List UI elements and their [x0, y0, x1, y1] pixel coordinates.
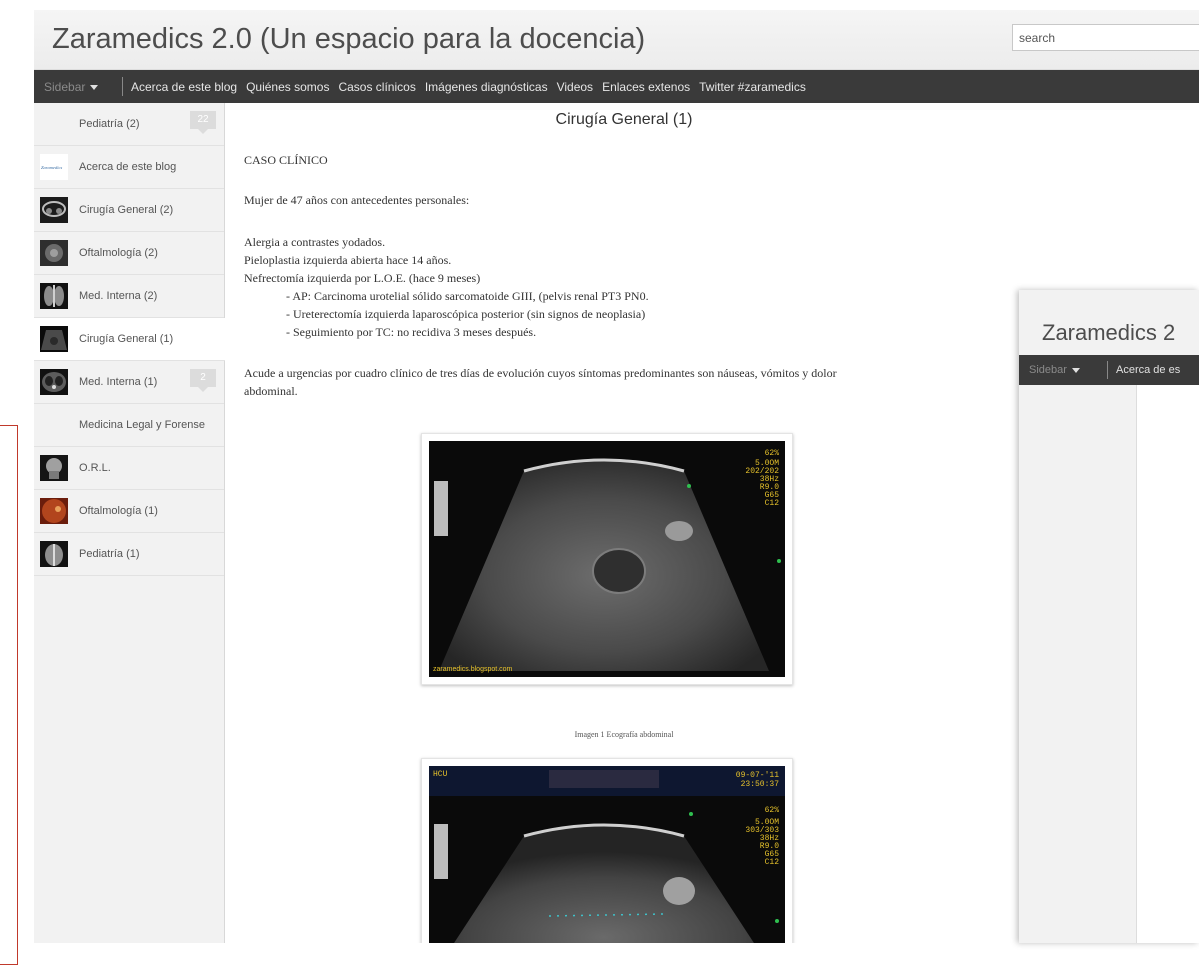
- caret-down-icon: [1071, 367, 1080, 373]
- sidebar-item-med-interna-1[interactable]: Med. Interna (1) 2: [34, 361, 224, 404]
- nav-link-enlaces[interactable]: Enlaces extenos: [602, 80, 690, 94]
- skull-xray-thumbnail: [40, 455, 68, 481]
- presentation-line: abdominal.: [244, 384, 298, 398]
- sidebar-item-cirugia-1[interactable]: Cirugía General (1): [34, 318, 225, 361]
- nav-link-twitter[interactable]: Twitter #zaramedics: [699, 80, 806, 94]
- history-subline: - Seguimiento por TC: no recidiva 3 mese…: [286, 325, 537, 339]
- second-blog-window[interactable]: Zaramedics 2 Sidebar Acerca de es: [1019, 290, 1199, 943]
- patient-intro: Mujer de 47 años con antecedentes person…: [244, 193, 470, 207]
- sidebar-item-pediatria-1[interactable]: Pediatría (1): [34, 533, 224, 576]
- nav-link-videos[interactable]: Videos: [557, 80, 593, 94]
- nav-divider: [1107, 361, 1108, 379]
- sidebar-item-cirugia-2[interactable]: Cirugía General (2): [34, 189, 224, 232]
- svg-text:Zaramedics: Zaramedics: [41, 165, 62, 170]
- case-heading: CASO CLÍNICO: [244, 153, 328, 167]
- history-subline: - AP: Carcinoma urotelial sólido sarcoma…: [286, 289, 649, 303]
- ultrasound-thumbnail: [40, 326, 68, 352]
- sidebar-item-label: Pediatría (2): [79, 118, 140, 130]
- chest-xray-thumbnail: [40, 283, 68, 309]
- comment-count-badge: 22: [190, 111, 216, 134]
- site-header: Zaramedics 2.0 (Un espacio para la docen…: [34, 10, 1199, 70]
- nav-link-acerca[interactable]: Acerca de este blog: [131, 80, 237, 94]
- svg-text:zaramedics.blogspot.com: zaramedics.blogspot.com: [433, 666, 513, 673]
- second-window-sidebar: [1019, 385, 1137, 943]
- sidebar-item-label: Med. Interna (1): [79, 376, 158, 388]
- top-navbar: Sidebar Acerca de este blog Quiénes somos…: [34, 70, 1199, 103]
- sidebar-item-medicina-legal[interactable]: Medicina Legal y Forense: [34, 404, 224, 447]
- sidebar-toggle-label: Sidebar: [44, 80, 86, 94]
- ultrasound-frame: 62% 5.0OM 202/202 38Hz R9.0 G65 C12 zara…: [429, 441, 785, 677]
- comment-count-badge: 2: [190, 369, 216, 392]
- svg-text:23:50:37: 23:50:37: [741, 780, 780, 789]
- nav-divider: [122, 77, 123, 96]
- ultrasound-frame: HCU 09-07-'11 23:50:37 62% 5.0OM 303/303…: [429, 766, 785, 943]
- ultrasound-scan-1: 62% 5.0OM 202/202 38Hz R9.0 G65 C12 zara…: [433, 449, 781, 673]
- nav-link-imagenes[interactable]: Imágenes diagnósticas: [425, 80, 548, 94]
- second-nav-link[interactable]: Acerca de es: [1116, 364, 1180, 376]
- sidebar: Pediatría (2) 22 Zaramedics Acerca de es…: [34, 103, 225, 943]
- history-line: Pieloplastia izquierda abierta hace 14 a…: [244, 253, 452, 267]
- child-xray-thumbnail: [40, 541, 68, 567]
- sidebar-item-label: Acerca de este blog: [79, 161, 177, 173]
- nav-links: Acerca de este blog Quiénes somos Casos cl…: [131, 80, 815, 94]
- svg-text:HCU: HCU: [433, 770, 448, 779]
- ultrasound-scan-2: HCU 09-07-'11 23:50:37 62% 5.0OM 303/303…: [429, 766, 785, 943]
- sidebar-item-label: O.R.L.: [79, 462, 111, 474]
- sidebar-item-label: Oftalmología (1): [79, 505, 158, 517]
- svg-text:C12: C12: [765, 499, 780, 508]
- sidebar-item-label: Med. Interna (2): [79, 290, 158, 302]
- nav-link-quienes[interactable]: Quiénes somos: [246, 80, 329, 94]
- selection-outline: [0, 425, 18, 965]
- post-content: Cirugía General (1) CASO CLÍNICO Mujer d…: [244, 103, 1004, 943]
- sidebar-item-label: Pediatría (1): [79, 548, 140, 560]
- second-window-navbar: Sidebar Acerca de es: [1019, 355, 1199, 385]
- second-window-title: Zaramedics 2: [1042, 320, 1176, 345]
- sidebar-item-label: Oftalmología (2): [79, 247, 158, 259]
- sidebar-item-acerca[interactable]: Zaramedics Acerca de este blog: [34, 146, 224, 189]
- sidebar-item-label: Medicina Legal y Forense: [79, 419, 205, 431]
- blog-logo-thumbnail: Zaramedics: [40, 154, 68, 180]
- site-title[interactable]: Zaramedics 2.0 (Un espacio para la docen…: [52, 23, 645, 56]
- pelvis-xray-thumbnail: [40, 197, 68, 223]
- search-box[interactable]: [1012, 24, 1199, 51]
- second-window-header: Zaramedics 2: [1019, 290, 1199, 356]
- history-subline: - Ureterectomía izquierda laparoscópica …: [286, 307, 646, 321]
- image-caption: Imagen 1 Ecografía abdominal: [574, 730, 674, 739]
- svg-text:C12: C12: [765, 858, 780, 867]
- second-sidebar-label: Sidebar: [1029, 364, 1067, 376]
- eye-thumbnail: [40, 240, 68, 266]
- caret-down-icon: [90, 85, 99, 91]
- svg-text:62%: 62%: [765, 806, 780, 815]
- sidebar-item-label: Cirugía General (2): [79, 204, 174, 216]
- sidebar-item-oftalmologia-2[interactable]: Oftalmología (2): [34, 232, 224, 275]
- sidebar-item-med-interna-2[interactable]: Med. Interna (2): [34, 275, 224, 318]
- history-line: Nefrectomía izquierda por L.O.E. (hace 9…: [244, 271, 481, 285]
- sidebar-item-oftalmologia-1[interactable]: Oftalmología (1): [34, 490, 224, 533]
- ultrasound-image-1[interactable]: 62% 5.0OM 202/202 38Hz R9.0 G65 C12 zara…: [421, 433, 793, 685]
- ct-thumbnail: [40, 369, 68, 395]
- presentation-line: Acude a urgencias por cuadro clínico de …: [244, 366, 837, 380]
- retina-thumbnail: [40, 498, 68, 524]
- ultrasound-image-2[interactable]: HCU 09-07-'11 23:50:37 62% 5.0OM 303/303…: [421, 758, 793, 943]
- second-sidebar-toggle[interactable]: Sidebar: [1029, 364, 1080, 376]
- sidebar-toggle[interactable]: Sidebar: [44, 80, 99, 94]
- svg-text:62%: 62%: [765, 449, 780, 458]
- history-line: Alergia a contrastes yodados.: [244, 235, 386, 249]
- post-title[interactable]: Cirugía General (1): [244, 111, 1004, 129]
- nav-link-casos[interactable]: Casos clínicos: [338, 80, 415, 94]
- svg-text:09-07-'11: 09-07-'11: [736, 771, 779, 780]
- sidebar-item-orl[interactable]: O.R.L.: [34, 447, 224, 490]
- search-input[interactable]: [1013, 25, 1199, 50]
- sidebar-item-pediatria-2[interactable]: Pediatría (2) 22: [34, 103, 224, 146]
- sidebar-item-label: Cirugía General (1): [79, 333, 174, 345]
